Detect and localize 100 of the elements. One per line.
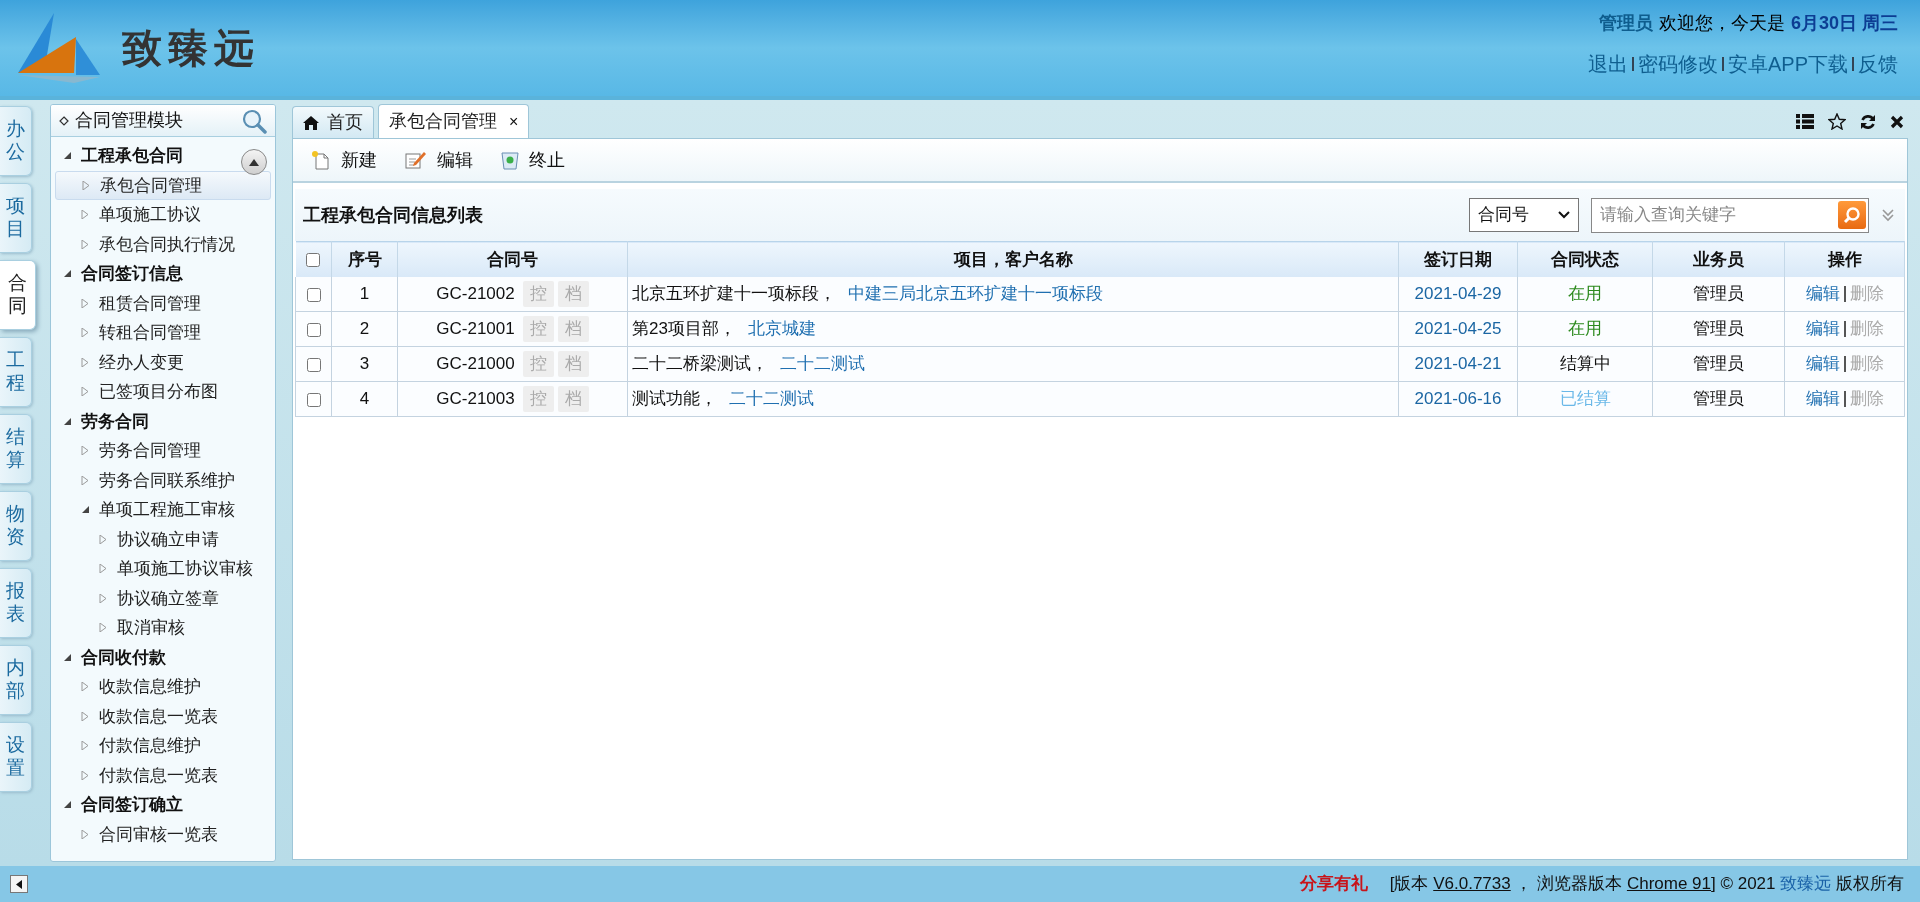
close-tab-icon[interactable]: × xyxy=(509,109,519,134)
expanded-arrow-icon[interactable] xyxy=(63,416,71,426)
tree-item[interactable]: 协议确立申请 xyxy=(117,526,219,552)
expanded-arrow-icon[interactable] xyxy=(63,652,71,662)
collapsed-arrow-icon[interactable] xyxy=(82,180,90,190)
edit-link[interactable]: 编辑 xyxy=(1805,316,1840,342)
table-cell: 管理员 xyxy=(1652,381,1785,417)
scroll-up-button[interactable] xyxy=(241,149,267,175)
table-cell: 管理员 xyxy=(1652,346,1785,382)
search-button[interactable] xyxy=(241,107,267,134)
tree-item[interactable]: 租赁合同管理 xyxy=(99,290,201,316)
tree-item[interactable]: 经办人变更 xyxy=(99,349,184,375)
table-cell: 管理员 xyxy=(1652,276,1785,312)
table-cell: 3 xyxy=(331,346,398,382)
contract-number: GC-21002 xyxy=(436,283,515,305)
tree-item[interactable]: 单项施工协议 xyxy=(99,202,201,228)
tree-group[interactable]: 劳务合同 xyxy=(81,408,149,434)
tree-group[interactable]: 合同签订信息 xyxy=(81,261,183,287)
tree-item[interactable]: 劳务合同管理 xyxy=(99,438,201,464)
tree-item[interactable]: 收款信息一览表 xyxy=(99,703,218,729)
tree-group[interactable]: 工程承包合同 xyxy=(81,143,183,169)
expanded-arrow-icon[interactable] xyxy=(63,151,71,161)
side-tab[interactable]: 设置 xyxy=(0,722,32,792)
toolbar-button[interactable]: 终止 xyxy=(497,144,569,176)
toolbar-button[interactable]: 新建 xyxy=(307,144,381,176)
row-checkbox[interactable] xyxy=(306,392,321,407)
column-header: 业务员 xyxy=(1652,241,1785,277)
close-icon[interactable] xyxy=(1890,114,1904,129)
row-checkbox[interactable] xyxy=(306,322,321,337)
collapsed-arrow-icon[interactable] xyxy=(81,387,89,397)
filter-dropdown[interactable]: 合同号 xyxy=(1469,198,1579,232)
row-checkbox[interactable] xyxy=(306,287,321,302)
side-tab[interactable]: 办公 xyxy=(0,106,32,176)
collapsed-arrow-icon[interactable] xyxy=(81,770,89,780)
tree-item[interactable]: 单项工程施工审核 xyxy=(99,497,235,523)
page-tab[interactable]: 承包合同管理 × xyxy=(378,104,530,138)
collapsed-arrow-icon[interactable] xyxy=(81,682,89,692)
tree-item[interactable]: 取消审核 xyxy=(117,615,185,641)
search-field[interactable]: 请输入查询关键字 xyxy=(1591,197,1869,233)
collapse-button[interactable] xyxy=(10,875,28,893)
double-chevron-icon[interactable] xyxy=(1881,208,1895,222)
collapsed-arrow-icon[interactable] xyxy=(99,534,107,544)
expanded-arrow-icon[interactable] xyxy=(63,269,71,279)
collapsed-arrow-icon[interactable] xyxy=(81,475,89,485)
tree-item[interactable]: 转租合同管理 xyxy=(99,320,201,346)
tree-item[interactable]: 承包合同执行情况 xyxy=(99,231,235,257)
collapsed-arrow-icon[interactable] xyxy=(81,210,89,220)
side-tab[interactable]: 项目 xyxy=(0,183,32,253)
client-link[interactable]: 中建三局北京五环扩建十一项标段 xyxy=(848,284,1103,303)
collapsed-arrow-icon[interactable] xyxy=(81,328,89,338)
list-title: 工程承包合同信息列表 xyxy=(303,203,483,227)
list-icon[interactable] xyxy=(1796,114,1814,129)
tree-item[interactable]: 协议确立签章 xyxy=(117,585,219,611)
side-tab[interactable]: 内部 xyxy=(0,645,32,715)
collapsed-arrow-icon[interactable] xyxy=(99,623,107,633)
tree-item[interactable]: 收款信息维护 xyxy=(99,674,201,700)
tree-item[interactable]: 已签项目分布图 xyxy=(99,379,218,405)
side-tab[interactable]: 物资 xyxy=(0,491,32,561)
tree-item[interactable]: 劳务合同联系维护 xyxy=(99,467,235,493)
collapsed-arrow-icon[interactable] xyxy=(99,564,107,574)
collapsed-arrow-icon[interactable] xyxy=(81,741,89,751)
version-link[interactable]: V6.0.7733 xyxy=(1433,874,1511,894)
project-name: 测试功能， xyxy=(632,389,717,409)
tree-item[interactable]: 单项施工协议审核 xyxy=(117,556,253,582)
collapsed-arrow-icon[interactable] xyxy=(81,829,89,839)
client-link[interactable]: 二十二测试 xyxy=(729,389,814,409)
tree-group[interactable]: 合同签订确立 xyxy=(81,792,183,818)
row-checkbox[interactable] xyxy=(306,357,321,372)
collapsed-arrow-icon[interactable] xyxy=(99,593,107,603)
collapsed-arrow-icon[interactable] xyxy=(81,239,89,249)
select-all-checkbox[interactable] xyxy=(306,253,321,267)
collapsed-arrow-icon[interactable] xyxy=(81,446,89,456)
edit-link[interactable]: 编辑 xyxy=(1805,386,1840,412)
collapsed-arrow-icon[interactable] xyxy=(81,298,89,308)
side-tab[interactable]: 结算 xyxy=(0,414,32,484)
browser-link[interactable]: Chrome 91 xyxy=(1626,874,1711,894)
brand-link[interactable]: 致臻远 xyxy=(1780,874,1832,894)
side-tab[interactable]: 报表 xyxy=(0,568,32,638)
table-cell: 2021-04-29 xyxy=(1398,276,1518,312)
table-cell: 2021-04-21 xyxy=(1398,346,1518,382)
toolbar-button[interactable]: 编辑 xyxy=(401,144,477,176)
star-icon[interactable] xyxy=(1828,113,1846,130)
edit-link[interactable]: 编辑 xyxy=(1805,281,1840,307)
side-tab[interactable]: 合同 xyxy=(0,260,36,330)
search-button[interactable] xyxy=(1838,200,1866,229)
side-tab[interactable]: 工程 xyxy=(0,337,32,407)
column-header: 序号 xyxy=(331,241,398,277)
tree-item[interactable]: 付款信息一览表 xyxy=(99,762,218,788)
refresh-icon[interactable] xyxy=(1860,113,1876,130)
client-link[interactable]: 二十二测试 xyxy=(780,354,865,374)
collapsed-arrow-icon[interactable] xyxy=(81,357,89,367)
expanded-arrow-icon[interactable] xyxy=(63,800,71,810)
page-tab[interactable]: 首页 xyxy=(292,106,374,138)
edit-link[interactable]: 编辑 xyxy=(1805,351,1840,377)
tree-item[interactable]: 合同审核一览表 xyxy=(99,821,218,847)
collapsed-arrow-icon[interactable] xyxy=(81,711,89,721)
tree-group[interactable]: 合同收付款 xyxy=(81,644,166,670)
expanded-arrow-icon[interactable] xyxy=(81,505,89,515)
client-link[interactable]: 北京城建 xyxy=(747,319,816,339)
tree-item[interactable]: 付款信息维护 xyxy=(99,733,201,759)
